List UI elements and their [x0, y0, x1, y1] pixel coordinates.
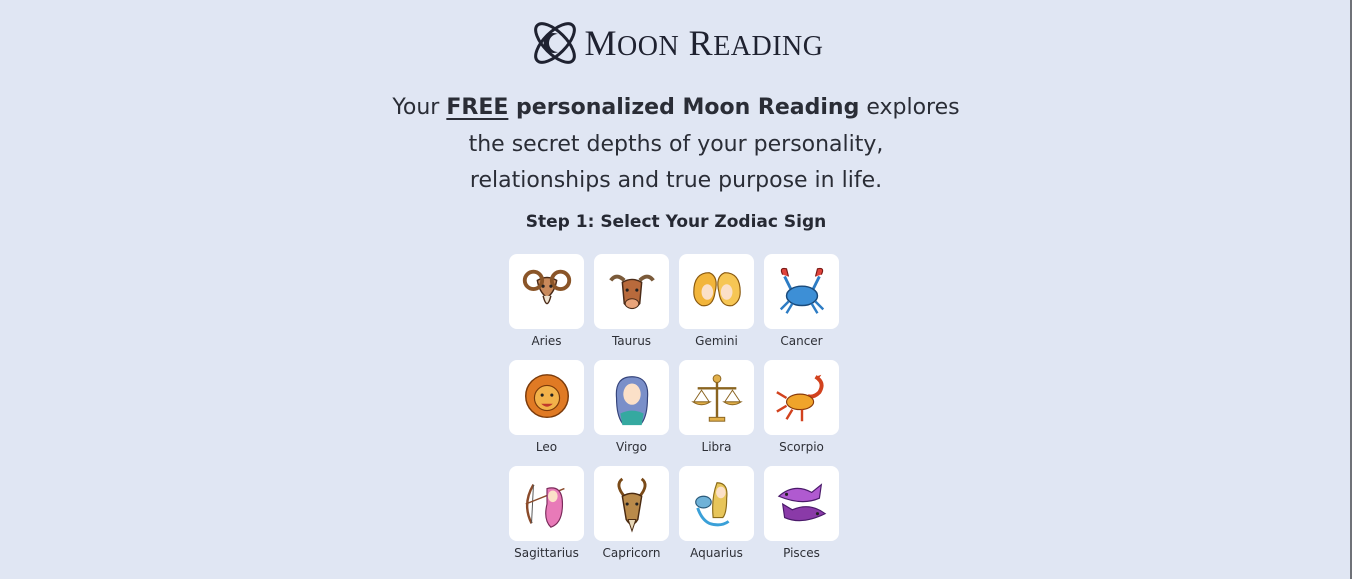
- zodiac-label: Pisces: [783, 546, 820, 560]
- step-title: Step 1: Select Your Zodiac Sign: [525, 212, 827, 232]
- intro-line3: relationships and true purpose in life.: [469, 168, 883, 193]
- intro-text: Your FREE personalized Moon Reading expl…: [376, 90, 976, 200]
- zodiac-label: Aries: [531, 334, 562, 348]
- crab-icon: [779, 267, 824, 314]
- lion-icon: [524, 373, 569, 418]
- archer-icon: [524, 483, 565, 528]
- zodiac-card[interactable]: [764, 360, 839, 435]
- logo-letter-m: M: [584, 23, 617, 63]
- goat-icon: [617, 477, 646, 533]
- zodiac-sign-aries[interactable]: Aries: [509, 254, 584, 349]
- bull-icon: [608, 274, 655, 309]
- zodiac-card[interactable]: [509, 466, 584, 541]
- zodiac-sign-taurus[interactable]: Taurus: [594, 254, 669, 349]
- zodiac-sign-leo[interactable]: Leo: [509, 360, 584, 455]
- ram-icon: [522, 269, 571, 304]
- zodiac-sign-capricorn[interactable]: Capricorn: [594, 466, 669, 561]
- zodiac-label: Libra: [701, 440, 732, 454]
- zodiac-label: Sagittarius: [514, 546, 579, 560]
- zodiac-sign-sagittarius[interactable]: Sagittarius: [509, 466, 584, 561]
- zodiac-label: Virgo: [616, 440, 647, 454]
- zodiac-label: Aquarius: [690, 546, 743, 560]
- zodiac-label: Capricorn: [602, 546, 661, 560]
- scorpion-icon: [775, 374, 823, 421]
- zodiac-card[interactable]: [679, 254, 754, 329]
- intro-part2: explores: [859, 95, 960, 120]
- zodiac-sign-cancer[interactable]: Cancer: [764, 254, 839, 349]
- zodiac-label: Cancer: [780, 334, 823, 348]
- moon-orbit-logo-icon: [534, 22, 577, 64]
- zodiac-sign-pisces[interactable]: Pisces: [764, 466, 839, 561]
- zodiac-card[interactable]: [764, 466, 839, 541]
- zodiac-sign-scorpio[interactable]: Scorpio: [764, 360, 839, 455]
- logo-letter-r: R: [688, 23, 714, 63]
- zodiac-card[interactable]: [509, 360, 584, 435]
- zodiac-sign-aquarius[interactable]: Aquarius: [679, 466, 754, 561]
- fish-icon: [777, 482, 826, 521]
- zodiac-card[interactable]: [764, 254, 839, 329]
- intro-bold: personalized Moon Reading: [508, 95, 860, 120]
- zodiac-card[interactable]: [594, 360, 669, 435]
- scales-icon: [690, 373, 743, 422]
- zodiac-label: Taurus: [611, 334, 652, 348]
- intro-line2: the secret depths of your personality,: [468, 131, 884, 157]
- logo-wordmark: MOON READING: [584, 25, 823, 61]
- water-bearer-icon: [694, 481, 729, 526]
- zodiac-card[interactable]: [509, 254, 584, 329]
- site-header: MOON READING: [0, 14, 1352, 72]
- zodiac-label: Gemini: [695, 334, 738, 348]
- zodiac-card[interactable]: [679, 360, 754, 435]
- free-highlight: FREE: [446, 95, 509, 120]
- zodiac-card[interactable]: [679, 466, 754, 541]
- zodiac-card[interactable]: [594, 466, 669, 541]
- logo-letters-eading: EADING: [713, 31, 824, 62]
- intro-part1: Your: [392, 95, 447, 120]
- twins-icon: [692, 271, 741, 306]
- zodiac-grid: Aries Taurus Gemini Cancer Leo Virgo Lib…: [509, 254, 844, 561]
- zodiac-sign-libra[interactable]: Libra: [679, 360, 754, 455]
- zodiac-sign-gemini[interactable]: Gemini: [679, 254, 754, 349]
- zodiac-sign-virgo[interactable]: Virgo: [594, 360, 669, 455]
- zodiac-card[interactable]: [594, 254, 669, 329]
- maiden-icon: [615, 375, 648, 425]
- moon-reading-logo[interactable]: MOON READING: [528, 16, 823, 70]
- zodiac-label: Leo: [535, 440, 558, 454]
- logo-letters-oon: OON: [617, 31, 680, 62]
- zodiac-label: Scorpio: [779, 440, 824, 454]
